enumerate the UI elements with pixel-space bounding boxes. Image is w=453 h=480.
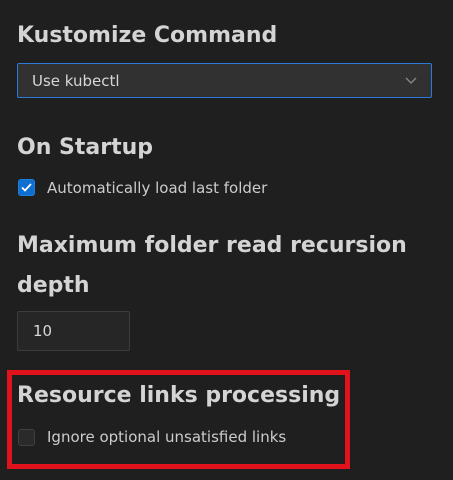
recursion-depth-input[interactable] (17, 311, 130, 351)
ignore-optional-links-label[interactable]: Ignore optional unsatisfied links (47, 428, 286, 446)
checkmark-icon (21, 183, 32, 192)
kustomize-command-value: Use kubectl (32, 71, 120, 90)
ignore-optional-links-checkbox[interactable] (18, 429, 35, 446)
on-startup-heading: On Startup (17, 135, 154, 160)
recursion-depth-heading-line2: depth (17, 273, 90, 298)
resource-links-heading: Resource links processing (17, 383, 341, 408)
kustomize-command-heading: Kustomize Command (17, 23, 278, 48)
chevron-down-icon (405, 77, 417, 84)
kustomize-command-select[interactable]: Use kubectl (17, 63, 432, 98)
auto-load-last-folder-label[interactable]: Automatically load last folder (47, 179, 267, 197)
auto-load-last-folder-checkbox[interactable] (18, 179, 35, 196)
recursion-depth-heading-line1: Maximum folder read recursion (17, 233, 407, 258)
